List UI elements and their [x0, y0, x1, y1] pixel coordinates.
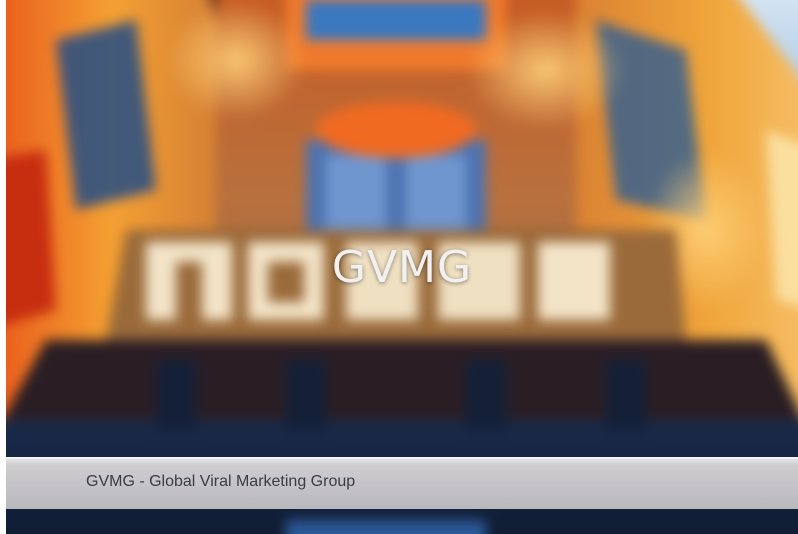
slideshow: GVMG GVMG - Global Viral Marketing Group [6, 0, 798, 534]
slide-title: GVMG [331, 242, 473, 293]
caption-bar: GVMG - Global Viral Marketing Group [6, 457, 798, 509]
caption-text: GVMG - Global Viral Marketing Group [86, 473, 356, 490]
hotel-background-image: GVMG [6, 0, 798, 534]
